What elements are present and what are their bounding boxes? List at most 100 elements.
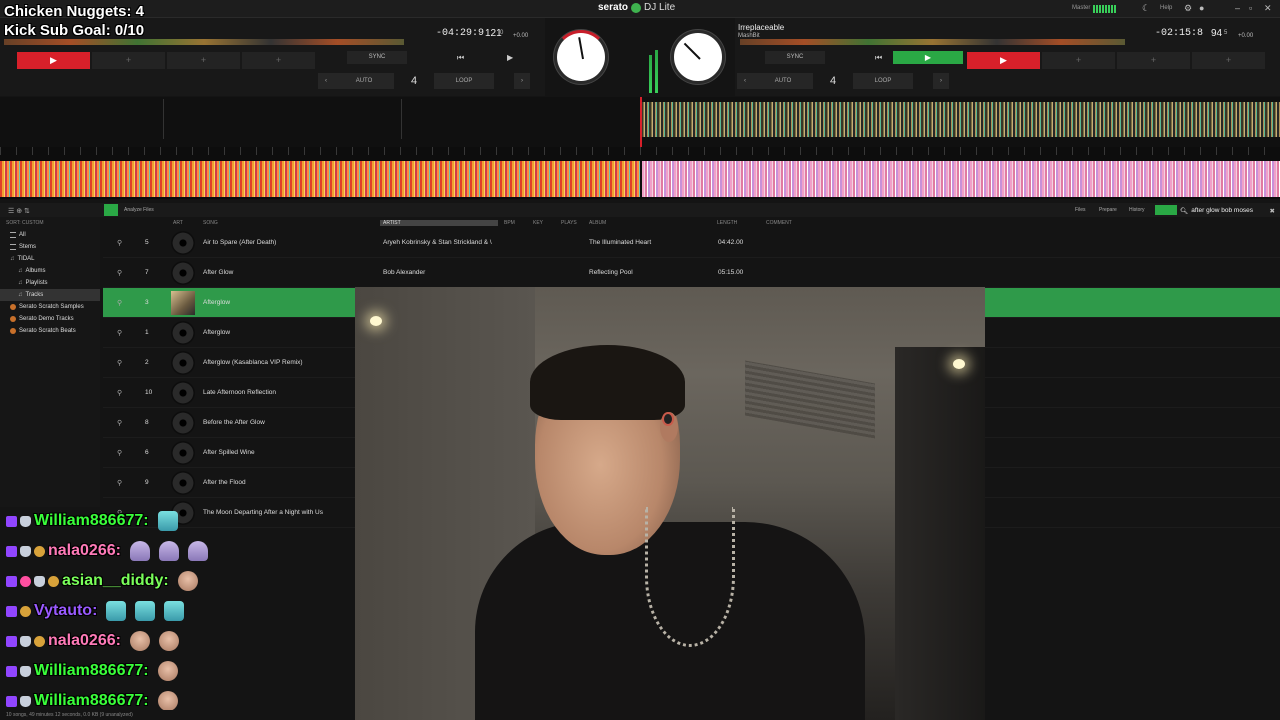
deck-right-loop-button[interactable]: LOOP	[853, 73, 913, 89]
chat-badge-icon	[20, 575, 31, 587]
deck-left-auto-button[interactable]: AUTO	[334, 73, 394, 89]
loop-prev-icon[interactable]: ‹	[318, 73, 334, 89]
sidebar-item-label: Tracks	[25, 292, 44, 298]
col-artist[interactable]: ARTIST	[380, 220, 498, 226]
album-art	[171, 441, 195, 465]
col-album[interactable]: ALBUM	[589, 220, 606, 226]
col-plays[interactable]: PLAYS	[561, 220, 577, 226]
chat-username: nala0266:	[48, 632, 121, 649]
deck-right-auto-button[interactable]: AUTO	[753, 73, 813, 89]
deck-left-play-pad[interactable]: ▶	[17, 52, 90, 69]
loop-prev-icon-right[interactable]: ‹	[737, 73, 753, 89]
chat-overlay: William886677: nala0266: asian__diddy: Vyta…	[6, 506, 356, 716]
pin-icon[interactable]: ⚲	[117, 329, 122, 337]
user-icon[interactable]: ●	[1199, 3, 1204, 13]
sidebar-item[interactable]: Serato Scratch Samples	[0, 301, 100, 313]
deck-right-cue-icon[interactable]: ⏮	[875, 53, 882, 63]
tab-history[interactable]: History	[1129, 207, 1145, 213]
pin-icon[interactable]: ⚲	[117, 479, 122, 487]
waveform-ruler	[0, 147, 1280, 155]
pin-icon[interactable]: ⚲	[117, 299, 122, 307]
pin-icon[interactable]: ⚲	[117, 269, 122, 277]
view-toggle[interactable]	[1155, 205, 1177, 215]
pin-icon[interactable]: ⚲	[117, 359, 122, 367]
col-bpm[interactable]: BPM	[504, 220, 515, 226]
moon-icon[interactable]: ☾	[1142, 3, 1150, 14]
tab-files[interactable]: Files	[1075, 207, 1086, 213]
sidebar-item[interactable]: ♫ Albums	[0, 265, 100, 277]
deck-left-play-icon[interactable]: ▶	[507, 53, 513, 62]
waveform-zoomed[interactable]	[0, 97, 1280, 147]
cue-pad-3[interactable]: +	[167, 52, 240, 69]
deck-right-mini-waveform[interactable]	[740, 39, 1125, 45]
emote-icon	[106, 601, 127, 621]
clear-search-icon[interactable]: ✖	[1270, 207, 1275, 215]
track-number: 5	[145, 239, 149, 246]
list-icon	[10, 232, 16, 238]
waveform-overview[interactable]	[0, 147, 1280, 199]
loop-next-icon[interactable]: ›	[514, 73, 530, 89]
deck-right-platter[interactable]	[671, 30, 725, 84]
sidebar-item[interactable]: ♫ Tracks	[0, 289, 100, 301]
pin-icon[interactable]: ⚲	[117, 419, 122, 427]
sidebar-item[interactable]: ♫ TIDAL	[0, 253, 100, 265]
deck-left-sync-button[interactable]: SYNC	[347, 51, 407, 64]
pin-icon[interactable]: ⚲	[117, 389, 122, 397]
library-view-icon[interactable]	[104, 204, 118, 216]
chat-username: William886677:	[34, 512, 149, 529]
help-button[interactable]: Help	[1160, 5, 1172, 11]
deck-right-waveform[interactable]	[642, 161, 1280, 197]
chat-message: nala0266:	[6, 626, 356, 656]
loop-next-icon-right[interactable]: ›	[933, 73, 949, 89]
sidebar-item[interactable]: ♫ Playlists	[0, 277, 100, 289]
deck-right-zoomed-waveform[interactable]	[641, 102, 1280, 137]
sidebar-item-label: Playlists	[25, 280, 48, 286]
table-row[interactable]: ⚲ 7 After Glow Bob Alexander Reflecting Pool…	[103, 258, 1280, 288]
sidebar-toggle-icons[interactable]: ☰ ⊕ ⇅	[8, 207, 30, 215]
stream-overlay-counters: Chicken Nuggets: 4 Kick Sub Goal: 0/10	[4, 2, 144, 40]
close-icon[interactable]: ✕	[1264, 3, 1272, 14]
deck-right-play-button[interactable]: ▶	[893, 51, 963, 64]
album-art	[171, 471, 195, 495]
pin-icon[interactable]: ⚲	[117, 449, 122, 457]
cue-pad-2[interactable]: +	[92, 52, 165, 69]
search-input[interactable]: 🔍︎ after glow bob moses ✖	[1180, 205, 1275, 216]
deck-left-loop-button[interactable]: LOOP	[434, 73, 494, 89]
maximize-icon[interactable]: ▫	[1249, 3, 1252, 13]
col-key[interactable]: KEY	[533, 220, 543, 226]
chat-badge-icon	[6, 665, 17, 677]
col-length[interactable]: LENGTH	[717, 220, 737, 226]
cue-pad-r2[interactable]: +	[1042, 52, 1115, 69]
sidebar-item[interactable]: Serato Demo Tracks	[0, 313, 100, 325]
track-album: Reflecting Pool	[589, 269, 633, 276]
col-comment[interactable]: COMMENT	[766, 220, 792, 226]
tab-prepare[interactable]: Prepare	[1099, 207, 1117, 213]
crate-icon	[10, 304, 16, 310]
deck-left-platter[interactable]	[554, 30, 608, 84]
webcam-feed	[355, 287, 985, 720]
gear-icon[interactable]: ⚙	[1184, 3, 1192, 14]
track-number: 9	[145, 479, 149, 486]
cue-pad-4[interactable]: +	[242, 52, 315, 69]
deck-left-cue-icon[interactable]: ⏮	[457, 53, 464, 63]
deck-right-play-pad[interactable]: ▶	[967, 52, 1040, 69]
minimize-icon[interactable]: –	[1235, 3, 1240, 13]
sidebar-item[interactable]: Serato Scratch Beats	[0, 325, 100, 337]
deck-left-cue-pads: ▶ + + +	[17, 52, 315, 69]
deck-left-waveform[interactable]	[0, 161, 640, 197]
deck-right-sync-button[interactable]: SYNC	[765, 51, 825, 64]
col-art[interactable]: ART	[173, 220, 183, 226]
col-song[interactable]: SONG	[203, 220, 218, 226]
cue-pad-r4[interactable]: +	[1192, 52, 1265, 69]
album-art	[171, 351, 195, 375]
deck-left-time: -04:29:9	[436, 28, 485, 39]
cue-pad-r3[interactable]: +	[1117, 52, 1190, 69]
chat-badge-icon	[48, 575, 59, 587]
analyze-files-button[interactable]: Analyze Files	[124, 207, 154, 213]
sidebar-item[interactable]: All	[0, 229, 100, 241]
deck-left-bpm-decimal: 0	[500, 30, 504, 36]
table-row[interactable]: ⚲ 5 Air to Spare (After Death) Aryeh Kobrin…	[103, 228, 1280, 258]
sidebar-item[interactable]: Stems	[0, 241, 100, 253]
emote-icon	[187, 541, 208, 561]
pin-icon[interactable]: ⚲	[117, 239, 122, 247]
